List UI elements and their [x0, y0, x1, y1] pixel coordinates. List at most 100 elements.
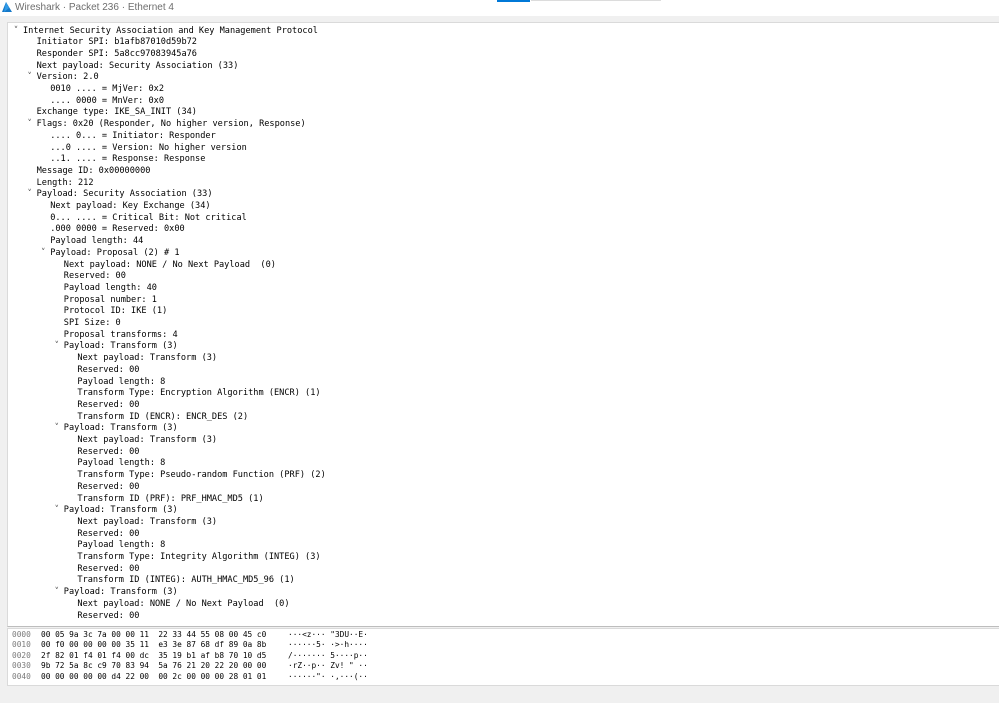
tree-field[interactable]: SPI Size: 0: [8, 318, 998, 330]
tree-label: Message ID: 0x00000000: [36, 165, 151, 176]
tree-node-expanded[interactable]: ˅ Flags: 0x20 (Responder, No higher versi…: [8, 119, 998, 131]
tree-field[interactable]: Transform ID (INTEG): AUTH_HMAC_MD5_96 (…: [8, 575, 998, 587]
tree-field[interactable]: Transform Type: Integrity Algorithm (INT…: [8, 552, 998, 564]
tree-field[interactable]: Next payload: NONE / No Next Payload (0): [8, 599, 998, 611]
hex-row[interactable]: 0040 00 00 00 00 00 d4 22 00 00 2c 00 00 …: [8, 672, 998, 682]
tree-node-expanded[interactable]: ˅ Payload: Proposal (2) # 1: [8, 248, 998, 260]
tree-field[interactable]: ...0 .... = Version: No higher version: [8, 143, 998, 155]
tree-field[interactable]: Payload length: 8: [8, 458, 998, 470]
hex-row[interactable]: 0000 00 05 9a 3c 7a 00 00 11 22 33 44 55 …: [8, 630, 998, 640]
hex-ascii: ·rZ··p·· Zv! " ··: [288, 661, 368, 671]
window-title: Wireshark · Packet 236 · Ethernet 4: [15, 2, 174, 13]
tree-label: Protocol ID: IKE (1): [63, 306, 168, 317]
tree-node-expanded[interactable]: ˅ Payload: Transform (3): [8, 505, 998, 517]
tree-label: Next payload: Transform (3): [77, 435, 218, 445]
tree-label: Next payload: Security Association (33): [36, 60, 239, 71]
wireshark-fin-icon: [2, 2, 12, 12]
hex-bytes: 00 f0 00 00 00 00 35 11 e3 3e 87 68 df 8…: [41, 640, 267, 650]
tree-field[interactable]: Reserved: 00: [8, 400, 998, 412]
chevron-down-icon[interactable]: ˅: [25, 189, 35, 201]
tree-field[interactable]: Length: 212: [8, 178, 998, 190]
tree-field[interactable]: Transform ID (PRF): PRF_HMAC_MD5 (1): [8, 494, 998, 506]
tree-field[interactable]: Payload length: 8: [8, 377, 998, 389]
tree-node-expanded[interactable]: ˅ Payload: Transform (3): [8, 341, 998, 353]
tree-label: Payload length: 44: [50, 236, 144, 247]
tree-field[interactable]: Message ID: 0x00000000: [8, 166, 998, 178]
hex-row[interactable]: 0010 00 f0 00 00 00 00 35 11 e3 3e 87 68 …: [8, 640, 998, 650]
tree-field[interactable]: Payload length: 44: [8, 236, 998, 248]
tree-node-expanded[interactable]: ˅ Payload: Security Association (33): [8, 189, 998, 201]
hex-ascii: /······· 5····p··: [288, 650, 368, 660]
tree-label: Next payload: NONE / No Next Payload (0): [63, 259, 276, 270]
tree-node-expanded[interactable]: ˅ Internet Security Association and Key M…: [8, 26, 998, 38]
hex-row[interactable]: 0020 2f 82 01 f4 01 f4 00 dc 35 19 b1 af …: [8, 651, 998, 661]
tree-label: Transform Type: Integrity Algorithm (INT…: [77, 552, 321, 562]
tree-field[interactable]: Exchange type: IKE_SA_INIT (34): [8, 107, 998, 119]
tree-field[interactable]: Next payload: Key Exchange (34): [8, 201, 998, 213]
tree-field[interactable]: ..1. .... = Response: Response: [8, 154, 998, 166]
tree-field[interactable]: .000 0000 = Reserved: 0x00: [8, 224, 998, 236]
tree-label: Flags: 0x20 (Responder, No higher versio…: [36, 119, 306, 130]
tree-field[interactable]: 0... .... = Critical Bit: Not critical: [8, 213, 998, 225]
chevron-down-icon[interactable]: ˅: [52, 505, 62, 517]
tree-field[interactable]: Reserved: 00: [8, 365, 998, 377]
hex-bytes: 00 00 00 00 00 d4 22 00 00 2c 00 00 00 2…: [41, 671, 267, 681]
hex-ascii: ······"· ·,···(··: [288, 671, 368, 681]
tree-field[interactable]: Transform ID (ENCR): ENCR_DES (2): [8, 412, 998, 424]
chevron-down-icon[interactable]: ˅: [11, 26, 21, 38]
hex-bytes: 9b 72 5a 8c c9 70 83 94 5a 76 21 20 22 2…: [41, 661, 267, 671]
tree-field[interactable]: Transform Type: Pseudo-random Function (…: [8, 470, 998, 482]
hex-row[interactable]: 0030 9b 72 5a 8c c9 70 83 94 5a 76 21 20 …: [8, 661, 998, 671]
tree-field[interactable]: Reserved: 00: [8, 447, 998, 459]
tree-field[interactable]: Reserved: 00: [8, 529, 998, 541]
tree-field[interactable]: Responder SPI: 5a8cc97083945a76: [8, 49, 998, 61]
title-accent: [497, 0, 530, 2]
tree-label: ...0 .... = Version: No higher version: [50, 142, 247, 153]
chevron-down-icon[interactable]: ˅: [52, 587, 62, 599]
tree-label: Next payload: Transform (3): [77, 516, 218, 527]
tree-field[interactable]: 0010 .... = MjVer: 0x2: [8, 84, 998, 96]
packet-details-tree[interactable]: ˅ Internet Security Association and Key M…: [7, 22, 999, 627]
tree-label: Reserved: 00: [77, 610, 140, 621]
tree-label: Payload: Security Association (33): [36, 189, 213, 200]
hex-offset: 0030: [12, 661, 31, 671]
tree-field[interactable]: .... 0... = Initiator: Responder: [8, 131, 998, 143]
tree-field[interactable]: Reserved: 00: [8, 271, 998, 283]
tree-field[interactable]: Reserved: 00: [8, 482, 998, 494]
title-divider: [531, 0, 661, 1]
hex-bytes: 2f 82 01 f4 01 f4 00 dc 35 19 b1 af b8 7…: [41, 650, 267, 660]
tree-node-expanded[interactable]: ˅ Payload: Transform (3): [8, 423, 998, 435]
tree-label: Payload length: 8: [77, 540, 166, 551]
tree-node-expanded[interactable]: ˅ Version: 2.0: [8, 72, 998, 84]
chevron-down-icon[interactable]: ˅: [25, 119, 35, 131]
tree-field[interactable]: Protocol ID: IKE (1): [8, 306, 998, 318]
tree-field[interactable]: Payload length: 8: [8, 540, 998, 552]
tree-field[interactable]: Payload length: 40: [8, 283, 998, 295]
tree-field[interactable]: .... 0000 = MnVer: 0x0: [8, 96, 998, 108]
tree-field[interactable]: Transform Type: Encryption Algorithm (EN…: [8, 388, 998, 400]
tree-label: Payload length: 8: [77, 376, 166, 387]
tree-field[interactable]: Next payload: Transform (3): [8, 517, 998, 529]
chevron-down-icon[interactable]: ˅: [38, 248, 48, 260]
tree-node-expanded[interactable]: ˅ Payload: Transform (3): [8, 587, 998, 599]
tree-field[interactable]: Next payload: NONE / No Next Payload (0): [8, 260, 998, 272]
hex-offset: 0040: [12, 671, 31, 681]
tree-label: Internet Security Association and Key Ma…: [23, 25, 318, 36]
tree-field[interactable]: Next payload: Transform (3): [8, 435, 998, 447]
tree-field[interactable]: Next payload: Security Association (33): [8, 61, 998, 73]
tree-field[interactable]: Proposal number: 1: [8, 295, 998, 307]
tree-label: SPI Size: 0: [63, 318, 121, 328]
tree-field[interactable]: Reserved: 00: [8, 611, 998, 623]
status-bar: [0, 686, 999, 703]
chevron-down-icon[interactable]: ˅: [52, 341, 62, 353]
chevron-down-icon[interactable]: ˅: [25, 72, 35, 84]
chevron-down-icon[interactable]: ˅: [52, 423, 62, 435]
tree-label: Proposal transforms: 4: [63, 329, 178, 340]
tree-field[interactable]: Proposal transforms: 4: [8, 330, 998, 342]
tree-label: Payload: Proposal (2) # 1: [50, 247, 180, 258]
tree-field[interactable]: Next payload: Transform (3): [8, 353, 998, 365]
tree-field[interactable]: Reserved: 00: [8, 564, 998, 576]
packet-bytes-pane[interactable]: 0000 00 05 9a 3c 7a 00 00 11 22 33 44 55 …: [7, 628, 999, 686]
tree-field[interactable]: Initiator SPI: b1afb87010d59b72: [8, 37, 998, 49]
tree-label: Length: 212: [36, 177, 94, 188]
